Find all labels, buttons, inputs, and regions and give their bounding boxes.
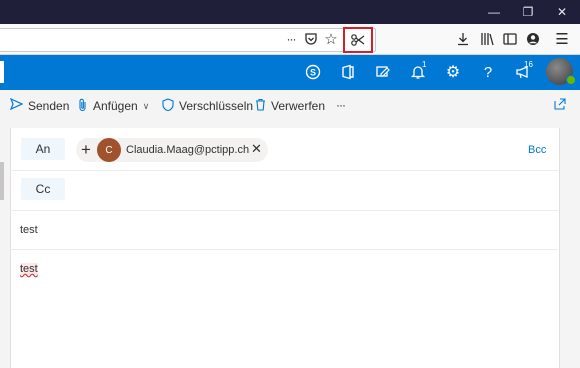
more-options-button[interactable]: ··· bbox=[336, 98, 346, 112]
compose-command-bar: Senden Anfügen ∨ Verschlüsseln Verwerfen… bbox=[0, 90, 580, 122]
menu-icon[interactable]: ☰ bbox=[551, 28, 573, 50]
shield-icon bbox=[162, 98, 174, 114]
restore-icon[interactable]: ❐ bbox=[512, 0, 544, 24]
popout-icon[interactable] bbox=[553, 98, 566, 110]
send-button[interactable]: Senden bbox=[9, 97, 70, 113]
browser-toolbar: ··· ☆ ☰ bbox=[0, 24, 580, 55]
close-icon[interactable]: ✕ bbox=[546, 0, 578, 24]
whatsnew-count-badge: 16 bbox=[524, 60, 533, 69]
download-icon[interactable] bbox=[452, 28, 474, 50]
minimize-icon[interactable]: — bbox=[478, 0, 510, 24]
recipient-email: Claudia.Maag@pctipp.ch bbox=[126, 144, 250, 156]
compose-panel bbox=[10, 128, 560, 368]
encrypt-label: Verschlüsseln bbox=[179, 99, 254, 113]
subject-field[interactable]: test bbox=[20, 224, 38, 236]
library-icon[interactable] bbox=[476, 28, 498, 50]
divider bbox=[10, 249, 558, 250]
chevron-down-icon[interactable]: ∨ bbox=[143, 101, 150, 112]
to-button[interactable]: An bbox=[21, 138, 65, 160]
divider bbox=[10, 170, 558, 171]
remove-recipient-icon[interactable]: ✕ bbox=[251, 142, 262, 156]
account-icon[interactable] bbox=[522, 28, 544, 50]
app-launcher-edge[interactable] bbox=[0, 61, 4, 83]
recipient-avatar: C bbox=[97, 138, 121, 162]
svg-text:S: S bbox=[310, 68, 316, 78]
screenshot-icon[interactable] bbox=[343, 27, 373, 53]
send-label: Senden bbox=[28, 98, 70, 113]
bcc-link[interactable]: Bcc bbox=[528, 144, 546, 156]
gear-icon[interactable]: ⚙ bbox=[442, 61, 464, 83]
outlook-header: S 1 ⚙ ? 16 bbox=[0, 55, 580, 90]
encrypt-button[interactable]: Verschlüsseln bbox=[162, 98, 253, 114]
bookmark-star-icon[interactable]: ☆ bbox=[320, 28, 342, 50]
pocket-icon[interactable] bbox=[300, 28, 322, 50]
window-titlebar: — ❐ ✕ bbox=[0, 0, 580, 24]
sidebar-icon[interactable] bbox=[499, 28, 521, 50]
plus-icon[interactable]: + bbox=[81, 140, 91, 160]
notification-count-badge: 1 bbox=[422, 60, 427, 69]
paperclip-icon bbox=[78, 98, 88, 114]
attach-button[interactable]: Anfügen ∨ bbox=[78, 98, 149, 114]
trash-icon bbox=[255, 98, 266, 114]
feedback-icon[interactable] bbox=[372, 61, 394, 83]
divider bbox=[10, 210, 558, 211]
cc-button[interactable]: Cc bbox=[21, 178, 65, 200]
office-icon[interactable] bbox=[337, 61, 359, 83]
send-icon bbox=[9, 97, 24, 113]
presence-status-dot bbox=[566, 75, 576, 85]
skype-icon[interactable]: S bbox=[302, 61, 324, 83]
help-icon[interactable]: ? bbox=[477, 61, 499, 83]
discard-button[interactable]: Verwerfen bbox=[255, 98, 325, 114]
discard-label: Verwerfen bbox=[271, 99, 326, 113]
scroll-indicator bbox=[0, 162, 4, 200]
message-body[interactable]: test bbox=[20, 263, 38, 275]
more-icon[interactable]: ··· bbox=[280, 28, 302, 50]
attach-label: Anfügen bbox=[93, 99, 138, 113]
